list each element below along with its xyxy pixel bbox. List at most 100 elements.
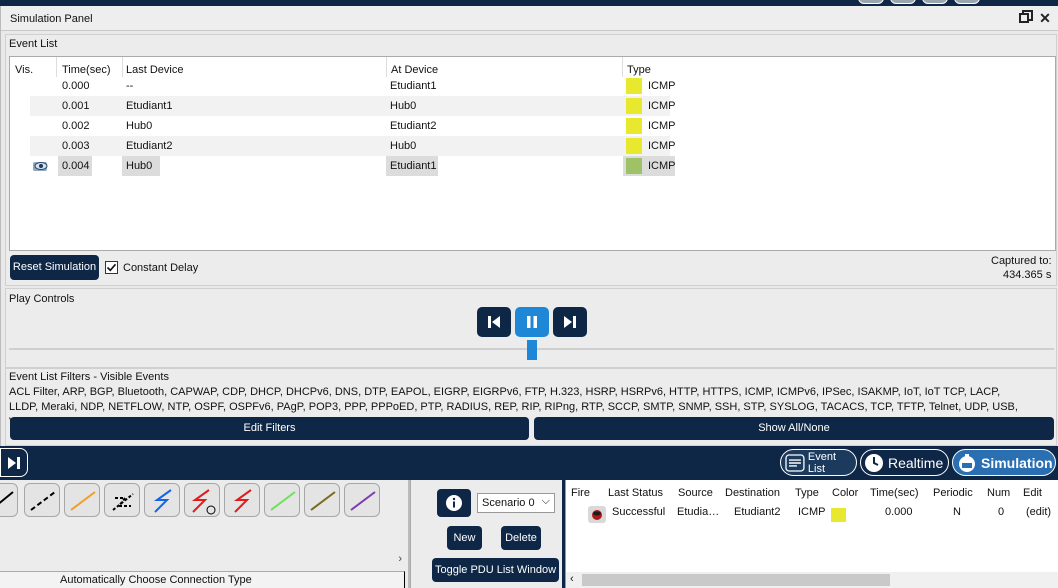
connection-tool[interactable] xyxy=(224,483,260,517)
pdu-col-source[interactable]: Source xyxy=(678,487,713,499)
play-controls-title: Play Controls xyxy=(9,293,75,305)
fire-icon xyxy=(592,510,602,520)
skip-forward-icon xyxy=(564,316,576,328)
event-last-device: -- xyxy=(126,80,134,92)
panel-title: Simulation Panel xyxy=(10,13,93,25)
simulation-mode-button[interactable]: Simulation xyxy=(952,449,1056,476)
pdu-row[interactable]: Successful Etudia… Etudiant2 ICMP 0.000 … xyxy=(566,502,1058,523)
connection-tool[interactable] xyxy=(0,483,18,517)
pdu-col-color[interactable]: Color xyxy=(832,487,858,499)
toolbar-knob[interactable] xyxy=(954,0,980,4)
scroll-left-icon[interactable]: ‹ xyxy=(570,573,574,585)
pdu-periodic: N xyxy=(953,506,961,518)
connection-tool[interactable] xyxy=(24,483,60,517)
event-row[interactable]: 0.003 Etudiant2 Hub0 ICMP xyxy=(30,136,676,156)
scrollbar-thumb[interactable] xyxy=(582,574,890,586)
connection-hint: Automatically Choose Connection Type xyxy=(60,574,252,586)
pdu-col-periodic[interactable]: Periodic xyxy=(933,487,973,499)
speed-slider-thumb[interactable] xyxy=(527,340,537,360)
event-list-toggle-label: Event List xyxy=(807,450,837,475)
pdu-source: Etudia… xyxy=(677,506,720,518)
scenario-select[interactable]: Scenario 0 ⌵ xyxy=(477,493,555,513)
event-last-device: Etudiant1 xyxy=(126,100,173,112)
pdu-col-destination[interactable]: Destination xyxy=(725,487,780,499)
connection-tool[interactable] xyxy=(344,483,380,517)
delete-scenario-button[interactable]: Delete xyxy=(501,526,541,550)
step-back-button[interactable] xyxy=(477,307,511,337)
eye-icon[interactable] xyxy=(32,159,50,176)
restore-icon[interactable] xyxy=(1018,10,1034,26)
realtime-mode-label: Realtime xyxy=(888,454,944,471)
pdu-col-edit[interactable]: Edit xyxy=(1023,487,1042,499)
new-scenario-button[interactable]: New xyxy=(447,526,482,550)
expand-panel-button[interactable] xyxy=(0,448,28,477)
event-last-device: Etudiant2 xyxy=(126,140,173,152)
realtime-mode-button[interactable]: Realtime xyxy=(860,449,949,476)
event-time: 0.001 xyxy=(62,100,90,112)
toolbar-knob[interactable] xyxy=(858,0,884,4)
horizontal-scrollbar[interactable]: › xyxy=(0,553,408,567)
col-header-at-device[interactable]: At Device xyxy=(391,64,438,76)
pdu-col-type[interactable]: Type xyxy=(795,487,819,499)
event-time: 0.002 xyxy=(62,120,90,132)
pdu-horizontal-scrollbar[interactable]: ‹ xyxy=(566,572,1058,588)
phone-cable-icon xyxy=(112,493,134,511)
col-header-type[interactable]: Type xyxy=(627,64,651,76)
event-at-device: Etudiant1 xyxy=(390,80,437,92)
event-list-toggle-button[interactable]: Event List xyxy=(780,449,857,476)
connection-tool[interactable] xyxy=(264,483,300,517)
event-time: 0.000 xyxy=(62,80,90,92)
simulation-mode-label: Simulation xyxy=(981,454,1053,471)
col-header-vis[interactable]: Vis. xyxy=(15,64,33,76)
event-color-swatch xyxy=(626,118,642,134)
column-divider xyxy=(122,57,123,77)
connection-tool[interactable] xyxy=(184,483,220,517)
col-header-time[interactable]: Time(sec) xyxy=(62,64,110,76)
event-at-device: Hub0 xyxy=(390,140,417,152)
toolbar-knob[interactable] xyxy=(890,0,916,4)
reset-simulation-button[interactable]: Reset Simulation xyxy=(10,255,99,280)
col-header-last-device[interactable]: Last Device xyxy=(126,64,183,76)
close-icon[interactable]: ✕ xyxy=(1037,10,1053,26)
usb-cable-icon xyxy=(350,491,376,511)
toggle-pdu-list-button[interactable]: Toggle PDU List Window xyxy=(432,558,559,582)
scenario-select-value: Scenario 0 xyxy=(482,497,535,509)
stopwatch-runner-icon xyxy=(959,453,975,472)
connection-tool[interactable] xyxy=(144,483,180,517)
captured-value: 434.365 s xyxy=(1003,269,1052,281)
show-all-none-button[interactable]: Show All/None xyxy=(534,417,1054,440)
column-divider xyxy=(622,57,623,77)
coaxial-icon xyxy=(153,489,172,513)
connection-tool[interactable] xyxy=(304,483,340,517)
pdu-col-num[interactable]: Num xyxy=(987,487,1010,499)
event-row[interactable]: 0.001 Etudiant1 Hub0 ICMP xyxy=(30,96,676,116)
play-pause-button[interactable] xyxy=(515,307,549,337)
pdu-edit-link[interactable]: (edit) xyxy=(1026,506,1051,518)
event-type: ICMP xyxy=(648,160,676,172)
skip-forward-icon xyxy=(8,456,20,469)
connection-tool[interactable] xyxy=(104,483,140,517)
event-color-swatch xyxy=(626,158,642,174)
event-last-device: Hub0 xyxy=(126,120,153,132)
chevron-down-icon: ⌵ xyxy=(541,495,550,507)
event-color-swatch xyxy=(626,138,642,154)
event-row[interactable]: 0.000 -- Etudiant1 ICMP xyxy=(30,76,676,96)
pdu-col-time[interactable]: Time(sec) xyxy=(870,487,918,499)
fire-button[interactable] xyxy=(588,506,606,523)
toolbar-knob[interactable] xyxy=(922,0,948,4)
step-forward-button[interactable] xyxy=(553,307,587,337)
info-button[interactable] xyxy=(437,489,471,517)
event-row[interactable]: 0.002 Hub0 Etudiant2 ICMP xyxy=(30,116,676,136)
serial-dce-icon xyxy=(191,489,216,515)
event-color-swatch xyxy=(626,98,642,114)
pdu-time: 0.000 xyxy=(885,506,913,518)
panel-titlebar: Simulation Panel ✕ xyxy=(1,6,1058,31)
scroll-right-icon[interactable]: › xyxy=(398,553,402,565)
event-row-current[interactable]: 0.004 Hub0 Etudiant1 ICMP xyxy=(30,156,676,176)
pdu-col-last-status[interactable]: Last Status xyxy=(608,487,663,499)
connection-tool[interactable] xyxy=(64,483,100,517)
pdu-col-fire[interactable]: Fire xyxy=(571,487,590,499)
constant-delay-checkbox[interactable] xyxy=(105,261,118,274)
edit-filters-button[interactable]: Edit Filters xyxy=(10,417,529,440)
connection-toolbox: › Automatically Choose Connection Type xyxy=(0,480,408,588)
